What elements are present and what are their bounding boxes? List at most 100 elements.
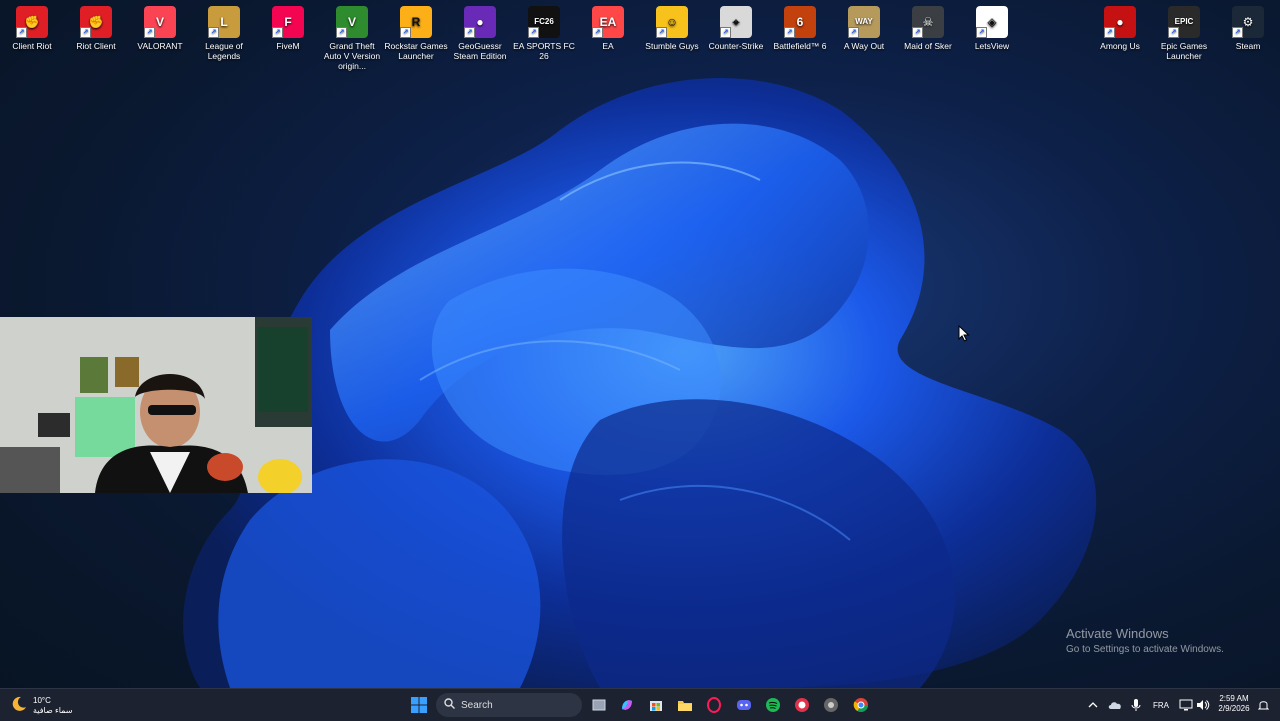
desktop-icon-label: A Way Out <box>843 41 885 51</box>
onedrive-cloud-icon[interactable] <box>1107 689 1123 721</box>
desktop-icon-rockstar[interactable]: R ↗ Rockstar Games Launcher <box>384 4 448 61</box>
desktop-icon-letsview[interactable]: ◈ ↗ LetsView <box>960 4 1024 51</box>
copilot-icon[interactable] <box>618 689 636 721</box>
chrome-icon[interactable] <box>822 689 840 721</box>
shortcut-arrow-icon: ↗ <box>336 27 347 38</box>
file-explorer-icon[interactable] <box>676 689 694 721</box>
counter-strike-icon: ⌖ ↗ <box>720 6 752 38</box>
desktop-icon-steam[interactable]: ⚙ ↗ Steam <box>1216 4 1280 51</box>
stumble-guys-icon: ☺ ↗ <box>656 6 688 38</box>
desktop-icon-label: EA <box>602 41 614 51</box>
desktop-icon-riot-client[interactable]: ✊ ↗ Riot Client <box>64 4 128 51</box>
desktop-icon-a-way-out[interactable]: WAY ↗ A Way Out <box>832 4 896 51</box>
notification-bell-icon[interactable] <box>1256 689 1270 721</box>
riot-client-icon: ✊ ↗ <box>16 6 48 38</box>
webcam-feed-image <box>0 317 312 493</box>
shortcut-arrow-icon: ↗ <box>912 27 923 38</box>
steam-icon: ⚙ ↗ <box>1232 6 1264 38</box>
shortcut-arrow-icon: ↗ <box>720 27 731 38</box>
network-icon[interactable] <box>1178 689 1194 721</box>
discord-icon[interactable] <box>735 689 753 721</box>
desktop-icon-valorant[interactable]: V ↗ VALORANT <box>128 4 192 51</box>
desktop-icon-stumble-guys[interactable]: ☺ ↗ Stumble Guys <box>640 4 704 51</box>
desktop-icon-label: Counter-Strike <box>708 41 764 51</box>
desktop-icon-label: Maid of Sker <box>904 41 952 51</box>
search-icon <box>444 698 455 712</box>
clock-time: 2:59 AM <box>1219 694 1249 703</box>
desktop-icon-label: LetsView <box>974 41 1010 51</box>
desktop-icon-epic-games[interactable]: EPIC ↗ Epic Games Launcher <box>1152 4 1216 61</box>
windows-start-icon[interactable] <box>408 689 430 721</box>
shortcut-arrow-icon: ↗ <box>16 27 27 38</box>
mouse-cursor-icon <box>958 325 970 342</box>
desktop-icon-label: GeoGuessr Steam Edition <box>453 41 507 61</box>
desktop-icon-label: Epic Games Launcher <box>1160 41 1208 61</box>
desktop-icon-label: Riot Client <box>76 41 116 51</box>
system-clock[interactable]: 2:59 AM 2/9/2026 <box>1212 694 1256 714</box>
desktop-icon-ea[interactable]: EA ↗ EA <box>576 4 640 51</box>
chrome-icon-2[interactable] <box>852 689 870 721</box>
battlefield-icon: 6 ↗ <box>784 6 816 38</box>
shortcut-arrow-icon: ↗ <box>272 27 283 38</box>
desktop-icon-counter-strike[interactable]: ⌖ ↗ Counter-Strike <box>704 4 768 51</box>
rockstar-icon: R ↗ <box>400 6 432 38</box>
shortcut-arrow-icon: ↗ <box>80 27 91 38</box>
ea-icon: EA ↗ <box>592 6 624 38</box>
letsview-icon: ◈ ↗ <box>976 6 1008 38</box>
shortcut-arrow-icon: ↗ <box>976 27 987 38</box>
microsoft-store-icon[interactable] <box>647 689 665 721</box>
show-hidden-icons-chevron-icon[interactable] <box>1086 689 1100 721</box>
desktop-icon-label: League of Legends <box>205 41 243 61</box>
shortcut-arrow-icon: ↗ <box>528 27 539 38</box>
desktop-icon-battlefield[interactable]: 6 ↗ Battlefield™ 6 <box>768 4 832 51</box>
spotify-icon[interactable] <box>764 689 782 721</box>
webcam-overlay <box>0 317 312 493</box>
weather-temperature: 10°C <box>33 696 51 705</box>
moon-icon <box>10 695 28 718</box>
shortcut-arrow-icon: ↗ <box>592 27 603 38</box>
geoguessr-icon: ● ↗ <box>464 6 496 38</box>
watermark-subtitle: Go to Settings to activate Windows. <box>1066 644 1224 655</box>
desktop-icon-label: FiveM <box>276 41 300 51</box>
volume-icon[interactable] <box>1195 689 1211 721</box>
desktop-icon-riot-client[interactable]: ✊ ↗ Client Riot <box>0 4 64 51</box>
taskbar: 10°C سماء صافية Search FRA 2:59 AM 2/9/2… <box>0 688 1280 721</box>
shortcut-arrow-icon: ↗ <box>400 27 411 38</box>
desktop-icon-label: Among Us <box>1100 41 1140 51</box>
ea-fc-icon: FC26 ↗ <box>528 6 560 38</box>
gta-v-icon: V ↗ <box>336 6 368 38</box>
task-view-icon[interactable] <box>590 689 608 721</box>
league-of-legends-icon: L ↗ <box>208 6 240 38</box>
desktop-icon-ea-fc[interactable]: FC26 ↗ EA SPORTS FC 26 <box>512 4 576 61</box>
input-language-indicator[interactable]: FRA <box>1150 689 1172 721</box>
valorant-icon: V ↗ <box>144 6 176 38</box>
shortcut-arrow-icon: ↗ <box>784 27 795 38</box>
clock-date: 2/9/2026 <box>1218 704 1250 713</box>
shortcut-arrow-icon: ↗ <box>1232 27 1243 38</box>
maid-of-sker-icon: ☠ ↗ <box>912 6 944 38</box>
desktop-icon-label: Rockstar Games Launcher <box>384 41 448 61</box>
desktop-icon-geoguessr[interactable]: ● ↗ GeoGuessr Steam Edition <box>448 4 512 61</box>
watermark-title: Activate Windows <box>1066 626 1169 641</box>
riot-client-icon: ✊ ↗ <box>80 6 112 38</box>
desktop-icon-label: Steam <box>1235 41 1261 51</box>
desktop-icon-maid-of-sker[interactable]: ☠ ↗ Maid of Sker <box>896 4 960 51</box>
a-way-out-icon: WAY ↗ <box>848 6 880 38</box>
epic-games-icon: EPIC ↗ <box>1168 6 1200 38</box>
weather-condition: سماء صافية <box>33 706 73 715</box>
desktop-icon-fivem[interactable]: F ↗ FiveM <box>256 4 320 51</box>
desktop-icon-gta-v[interactable]: V ↗ Grand Theft Auto V Version origin... <box>320 4 384 71</box>
shortcut-arrow-icon: ↗ <box>1168 27 1179 38</box>
desktop-icon-among-us[interactable]: ● ↗ Among Us <box>1088 4 1152 51</box>
desktop-icon-label: Battlefield™ 6 <box>773 41 827 51</box>
activate-windows-watermark: Activate Windows Go to Settings to activ… <box>1066 626 1224 655</box>
obs-icon[interactable] <box>793 689 811 721</box>
desktop-icon-league-of-legends[interactable]: L ↗ League of Legends <box>192 4 256 61</box>
shortcut-arrow-icon: ↗ <box>144 27 155 38</box>
taskbar-search[interactable]: Search <box>436 693 582 717</box>
among-us-icon: ● ↗ <box>1104 6 1136 38</box>
weather-widget[interactable]: 10°C سماء صافية <box>10 693 73 719</box>
opera-gx-icon[interactable] <box>705 689 723 721</box>
microphone-icon[interactable] <box>1128 689 1144 721</box>
desktop-icon-label: Grand Theft Auto V Version origin... <box>323 41 381 71</box>
